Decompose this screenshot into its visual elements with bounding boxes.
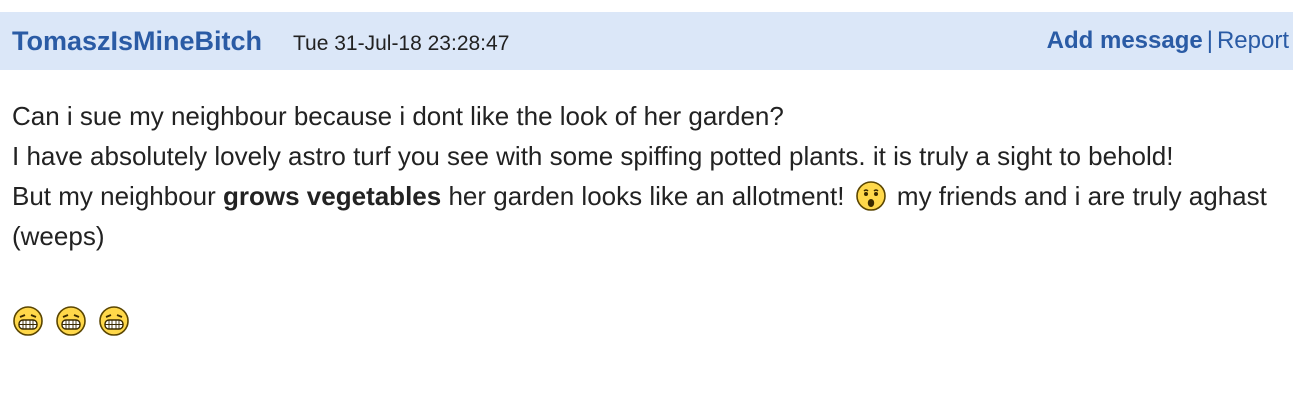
- laughing-face-icon: [98, 305, 130, 337]
- post-body: Can i sue my neighbour because i dont li…: [12, 96, 1282, 337]
- bold-text: grows vegetables: [223, 181, 442, 211]
- forum-post: TomaszIsMineBitch Tue 31-Jul-18 23:28:47…: [0, 0, 1293, 409]
- shocked-face-icon: [855, 180, 887, 212]
- report-link[interactable]: Report: [1217, 27, 1289, 54]
- post-text: her garden looks like an allotment!: [441, 181, 845, 211]
- post-line: I have absolutely lovely astro turf you …: [12, 141, 1174, 171]
- post-actions: Add message | Report: [1047, 27, 1289, 55]
- action-separator: |: [1206, 27, 1213, 54]
- laughing-emoji-row: [12, 301, 1282, 337]
- post-header: TomaszIsMineBitch Tue 31-Jul-18 23:28:47…: [0, 12, 1293, 70]
- post-text: But my neighbour: [12, 181, 224, 211]
- laughing-face-icon: [12, 305, 44, 337]
- post-line: Can i sue my neighbour because i dont li…: [12, 101, 784, 131]
- post-line: But my neighbour grows vegetables her ga…: [12, 176, 1282, 256]
- post-timestamp: Tue 31-Jul-18 23:28:47: [293, 32, 510, 55]
- add-message-link[interactable]: Add message: [1047, 27, 1203, 54]
- username-link[interactable]: TomaszIsMineBitch: [12, 26, 262, 57]
- laughing-face-icon: [55, 305, 87, 337]
